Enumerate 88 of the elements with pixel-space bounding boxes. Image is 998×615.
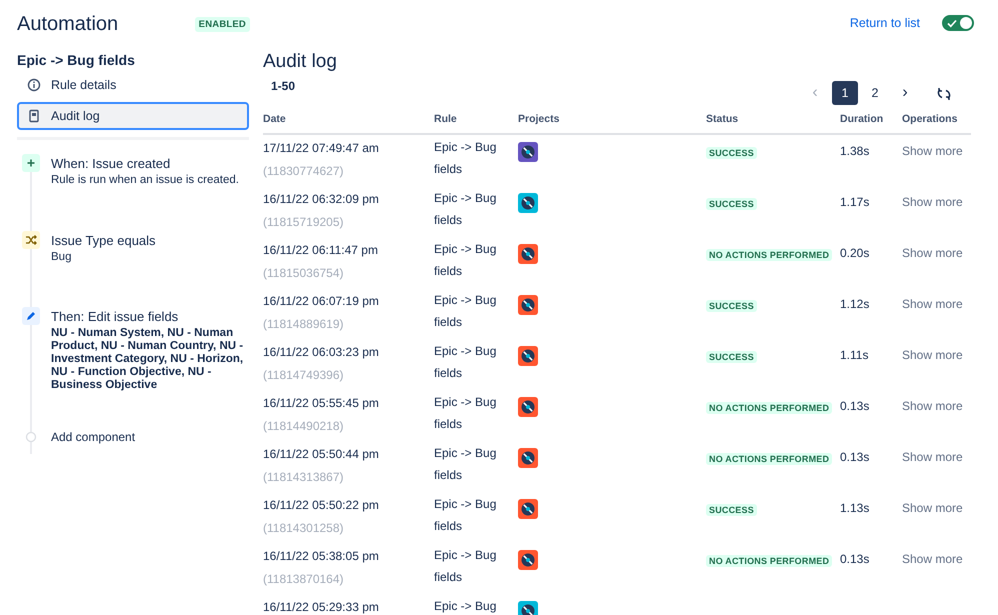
execution-id: (11830774627) — [263, 164, 345, 178]
show-more-link[interactable]: Show more — [902, 297, 963, 311]
step-detail: NU - Numan System, NU - Numan Product, NU - Numan Country, NU - Investment Category, NU - Horizon, NU - Function Objective, NU - Business Objective — [51, 327, 244, 392]
show-more-link[interactable]: Show more — [902, 399, 963, 413]
step-title: Then: Edit issue fields — [51, 309, 180, 324]
rule-name-cell-text: Epic -> Bug fields — [434, 292, 498, 331]
column-header: Date — [263, 113, 287, 125]
document-icon — [27, 109, 41, 123]
execution-id: (11814313867) — [263, 470, 345, 484]
column-header: Operations — [902, 113, 958, 125]
rule-name-cell-text: Epic -> Bug fields — [434, 547, 498, 586]
duration-text: 0.13s — [840, 450, 870, 464]
step-title: When: Issue created — [51, 156, 172, 171]
execution-id: (11815719205) — [263, 215, 345, 229]
show-more-link[interactable]: Show more — [902, 195, 963, 209]
date-text: 16/11/22 06:32:09 pm — [263, 192, 380, 206]
status-badge: NO ACTIONS PERFORMED — [706, 249, 832, 261]
rule-name-cell-text: Epic -> Bug fields — [434, 139, 498, 178]
rule-name-cell-text: Epic -> Bug fields — [434, 496, 498, 535]
show-more-link[interactable]: Show more — [902, 450, 963, 464]
audit-log-title: Audit log — [263, 51, 337, 73]
rule-name-cell-text: Epic -> Bug fields — [434, 241, 498, 280]
return-to-list-link[interactable]: Return to list — [850, 16, 920, 30]
date-text: 16/11/22 05:29:33 pm — [263, 600, 380, 614]
step-detail: Rule is run when an issue is created. — [51, 174, 239, 187]
step-title: Issue Type equals — [51, 233, 156, 248]
duration-text: 1.17s — [840, 195, 870, 209]
show-more-link[interactable]: Show more — [902, 246, 963, 260]
next-page-button[interactable]: › — [892, 80, 918, 104]
page-button[interactable]: 2 — [862, 80, 888, 104]
column-header: Status — [706, 113, 740, 125]
show-more-link[interactable]: Show more — [902, 501, 963, 515]
date-text: 16/11/22 05:38:05 pm — [263, 549, 380, 563]
date-text: 16/11/22 05:55:45 pm — [263, 396, 380, 410]
duration-text: 0.20s — [840, 246, 870, 260]
status-badge: SUCCESS — [706, 504, 757, 516]
step-detail: Bug — [51, 251, 72, 264]
status-badge: SUCCESS — [706, 198, 757, 210]
page-button[interactable]: 1 — [832, 80, 858, 104]
status-badge: SUCCESS — [706, 300, 757, 312]
execution-id: (11814301258) — [263, 521, 345, 535]
nav-item[interactable]: Audit log — [17, 102, 249, 130]
column-header: Rule — [434, 113, 458, 125]
duration-text: 0.13s — [840, 552, 870, 566]
rule-name-cell-text: Epic -> Bug fields — [434, 190, 498, 229]
status-badge: SUCCESS — [706, 351, 757, 363]
rule-name-cell-text: Epic -> Bug — [434, 598, 498, 615]
plus-icon — [22, 154, 40, 172]
pencil-icon — [22, 307, 40, 325]
duration-text: 1.13s — [840, 501, 870, 515]
show-more-link[interactable]: Show more — [902, 552, 963, 566]
date-text: 16/11/22 06:07:19 pm — [263, 294, 380, 308]
toggle-switch[interactable] — [942, 15, 974, 31]
execution-id: (11814889619) — [263, 317, 345, 331]
check-icon — [946, 17, 958, 29]
status-badge: SUCCESS — [706, 147, 757, 159]
duration-text: 1.11s — [840, 348, 870, 362]
rule-name-cell-text: Epic -> Bug fields — [434, 394, 498, 433]
nav-item[interactable]: Rule details — [17, 71, 249, 99]
range-label: 1-50 — [271, 79, 296, 93]
date-text: 16/11/22 06:03:23 pm — [263, 345, 380, 359]
date-text: 16/11/22 05:50:44 pm — [263, 447, 380, 461]
execution-id: (11813870164) — [263, 572, 345, 586]
rule-name: Epic -> Bug fields — [17, 52, 136, 68]
date-text: 16/11/22 05:50:22 pm — [263, 498, 380, 512]
status-badge: NO ACTIONS PERFORMED — [706, 402, 832, 414]
column-header: Duration — [840, 113, 884, 125]
rule-name-cell-text: Epic -> Bug fields — [434, 445, 498, 484]
execution-id: (11814749396) — [263, 368, 345, 382]
date-text: 17/11/22 07:49:47 am — [263, 141, 380, 155]
status-badge: NO ACTIONS PERFORMED — [706, 555, 832, 567]
duration-text: 1.38s — [840, 144, 870, 158]
page-title: Automation — [17, 12, 118, 36]
execution-id: (11815036754) — [263, 266, 345, 280]
status-badge: NO ACTIONS PERFORMED — [706, 453, 832, 465]
shuffle-icon — [22, 231, 40, 249]
column-header: Projects — [518, 113, 560, 125]
show-more-link[interactable]: Show more — [902, 144, 963, 158]
info-icon — [27, 78, 41, 92]
date-text: 16/11/22 06:11:47 pm — [263, 243, 379, 257]
status-badge: ENABLED — [194, 16, 250, 32]
execution-id: (11814490218) — [263, 419, 345, 433]
rule-name-cell-text: Epic -> Bug fields — [434, 343, 498, 382]
duration-text: 0.13s — [840, 399, 870, 413]
add-component-button[interactable]: Add component — [51, 430, 136, 444]
duration-text: 1.12s — [840, 297, 870, 311]
show-more-link[interactable]: Show more — [902, 348, 963, 362]
refresh-icon — [936, 86, 952, 102]
